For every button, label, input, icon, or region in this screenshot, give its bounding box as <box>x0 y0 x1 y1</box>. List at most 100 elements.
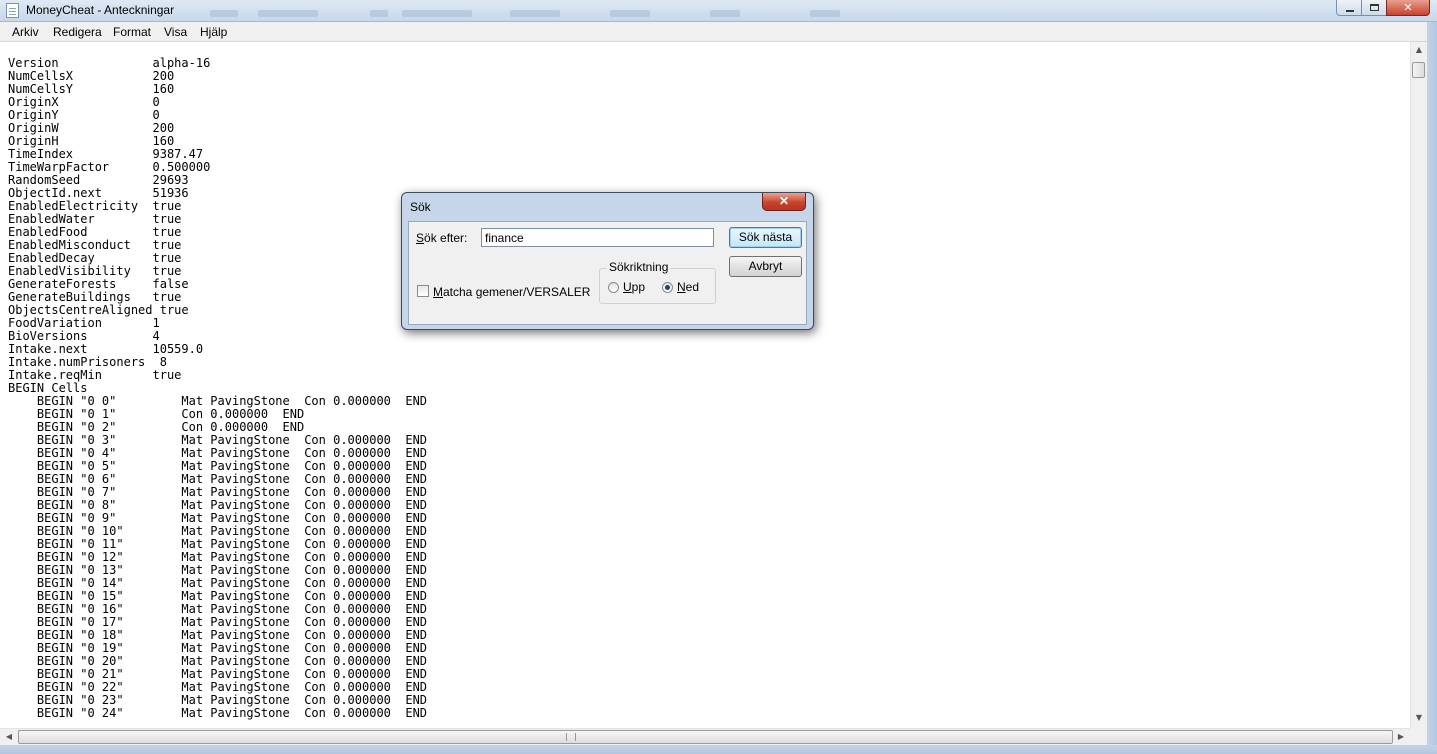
match-case-label[interactable]: Matcha gemener/VERSALER <box>433 285 590 299</box>
vertical-scroll-thumb[interactable] <box>1412 62 1425 78</box>
text-line: BEGIN "0 22" Mat PavingStone Con 0.00000… <box>36 680 428 694</box>
close-button[interactable]: ✕ <box>1386 0 1430 16</box>
direction-label: Sökriktning <box>607 260 671 274</box>
down-accesskey: N <box>677 280 686 294</box>
maximize-button[interactable] <box>1361 0 1387 16</box>
text-line: Intake.next 10559.0 <box>8 342 204 356</box>
minimize-button[interactable] <box>1336 0 1362 16</box>
find-input[interactable] <box>481 228 714 247</box>
text-line: Version alpha-16 <box>8 56 211 70</box>
text-line: Intake.reqMin true <box>8 368 182 382</box>
find-next-button[interactable]: Sök nästa <box>729 227 802 248</box>
dialog-title: Sök <box>410 200 431 214</box>
document-text: Version alpha-16 NumCellsX 200 NumCellsY… <box>0 42 1410 720</box>
close-icon: ✕ <box>1403 1 1413 14</box>
direction-down-label[interactable]: Ned <box>677 280 699 294</box>
text-line: OriginH 160 <box>8 134 175 148</box>
cancel-button[interactable]: Avbryt <box>729 256 802 277</box>
text-line: ObjectsCentreAligned true <box>8 303 189 317</box>
text-line: BEGIN "0 21" Mat PavingStone Con 0.00000… <box>36 667 428 681</box>
direction-up-radio[interactable] <box>608 282 619 293</box>
text-line: BEGIN "0 6" Mat PavingStone Con 0.000000… <box>36 472 428 486</box>
menu-redigera[interactable]: Redigera <box>53 25 102 39</box>
text-line: BEGIN "0 15" Mat PavingStone Con 0.00000… <box>36 589 428 603</box>
text-line: BEGIN "0 14" Mat PavingStone Con 0.00000… <box>36 576 428 590</box>
match-case-checkbox[interactable] <box>417 285 429 297</box>
text-editor[interactable]: Version alpha-16 NumCellsX 200 NumCellsY… <box>0 42 1410 728</box>
window-controls: ✕ <box>1336 0 1430 18</box>
text-line: BEGIN "0 4" Mat PavingStone Con 0.000000… <box>36 446 428 460</box>
text-line: BEGIN "0 24" Mat PavingStone Con 0.00000… <box>36 706 428 720</box>
scrollbar-corner <box>1410 728 1427 745</box>
text-line: BEGIN "0 13" Mat PavingStone Con 0.00000… <box>36 563 428 577</box>
text-line: BEGIN "0 17" Mat PavingStone Con 0.00000… <box>36 615 428 629</box>
scroll-right-icon[interactable]: ▶ <box>1393 729 1409 745</box>
menu-hjalp[interactable]: Hjälp <box>200 25 227 39</box>
text-line: BEGIN "0 11" Mat PavingStone Con 0.00000… <box>36 537 428 551</box>
text-line: EnabledDecay true <box>8 251 182 265</box>
dialog-body: Sök efter: Sök nästa Avbryt Sökriktning … <box>408 221 807 325</box>
match-case-accesskey: M <box>433 285 443 299</box>
down-label-text: ed <box>685 280 700 294</box>
horizontal-scroll-thumb[interactable] <box>18 730 1393 744</box>
text-line: BEGIN "0 19" Mat PavingStone Con 0.00000… <box>36 641 428 655</box>
text-line: Intake.numPrisoners 8 <box>8 355 167 369</box>
maximize-icon <box>1370 4 1379 11</box>
text-line: OriginX 0 <box>8 95 160 109</box>
text-line: NumCellsY 160 <box>8 82 175 96</box>
text-line: BEGIN "0 18" Mat PavingStone Con 0.00000… <box>36 628 428 642</box>
text-line: ObjectId.next 51936 <box>8 186 189 200</box>
title-bar: MoneyCheat - Anteckningar ✕ <box>0 0 1437 22</box>
window-frame-bottom <box>0 745 1437 754</box>
find-label-text: ök efter: <box>424 231 468 245</box>
scroll-down-icon[interactable]: ▼ <box>1411 710 1427 726</box>
text-line: OriginW 200 <box>8 121 175 135</box>
text-line: BEGIN "0 20" Mat PavingStone Con 0.00000… <box>36 654 428 668</box>
menu-visa[interactable]: Visa <box>164 25 187 39</box>
horizontal-scrollbar[interactable]: ◀ ▶ <box>0 728 1410 745</box>
dialog-close-button[interactable]: ✕ <box>762 193 806 211</box>
direction-down-radio[interactable] <box>662 282 673 293</box>
text-line: RandomSeed 29693 <box>8 173 189 187</box>
background-window-ghost <box>210 0 870 20</box>
text-line: EnabledElectricity true <box>8 199 182 213</box>
text-line: BEGIN "0 0" Mat PavingStone Con 0.000000… <box>36 394 428 408</box>
direction-up-label[interactable]: Upp <box>623 280 645 294</box>
up-label-text: pp <box>631 280 646 294</box>
find-label-accesskey: S <box>416 231 425 245</box>
text-line: OriginY 0 <box>8 108 160 122</box>
menu-format[interactable]: Format <box>113 25 151 39</box>
window-title: MoneyCheat - Anteckningar <box>26 3 175 17</box>
find-dialog: Sök ✕ Sök efter: Sök nästa Avbryt Sökrik… <box>401 192 814 330</box>
notepad-icon <box>6 3 19 18</box>
menu-arkiv[interactable]: Arkiv <box>12 25 39 39</box>
text-line: BEGIN "0 12" Mat PavingStone Con 0.00000… <box>36 550 428 564</box>
text-line: GenerateForests false <box>8 277 189 291</box>
close-icon: ✕ <box>778 194 790 208</box>
up-accesskey: U <box>623 280 632 294</box>
menu-bar: Arkiv Redigera Format Visa Hjälp <box>0 22 1437 42</box>
text-line: BEGIN "0 10" Mat PavingStone Con 0.00000… <box>36 524 428 538</box>
text-line: BEGIN "0 1" Con 0.000000 END <box>36 407 305 421</box>
text-line: TimeWarpFactor 0.500000 <box>8 160 211 174</box>
window-frame-right <box>1427 22 1437 754</box>
find-label: Sök efter: <box>416 231 467 245</box>
text-line: EnabledVisibility true <box>8 264 182 278</box>
text-line: BEGIN "0 2" Con 0.000000 END <box>36 420 305 434</box>
text-line: BioVersions 4 <box>8 329 160 343</box>
vertical-scrollbar[interactable]: ▲ ▼ <box>1410 42 1427 728</box>
text-line: EnabledFood true <box>8 225 182 239</box>
text-line: EnabledMisconduct true <box>8 238 182 252</box>
text-line: TimeIndex 9387.47 <box>8 147 204 161</box>
match-case-label-text: atcha gemener/VERSALER <box>443 285 591 299</box>
scroll-up-icon[interactable]: ▲ <box>1411 42 1427 58</box>
scroll-left-icon[interactable]: ◀ <box>1 729 17 745</box>
scroll-grip <box>566 733 576 741</box>
text-line: BEGIN "0 16" Mat PavingStone Con 0.00000… <box>36 602 428 616</box>
text-line: NumCellsX 200 <box>8 69 175 83</box>
text-line: FoodVariation 1 <box>8 316 160 330</box>
minimize-icon <box>1346 10 1354 12</box>
text-line: BEGIN "0 7" Mat PavingStone Con 0.000000… <box>36 485 428 499</box>
text-line: GenerateBuildings true <box>8 290 182 304</box>
text-line: BEGIN "0 9" Mat PavingStone Con 0.000000… <box>36 511 428 525</box>
